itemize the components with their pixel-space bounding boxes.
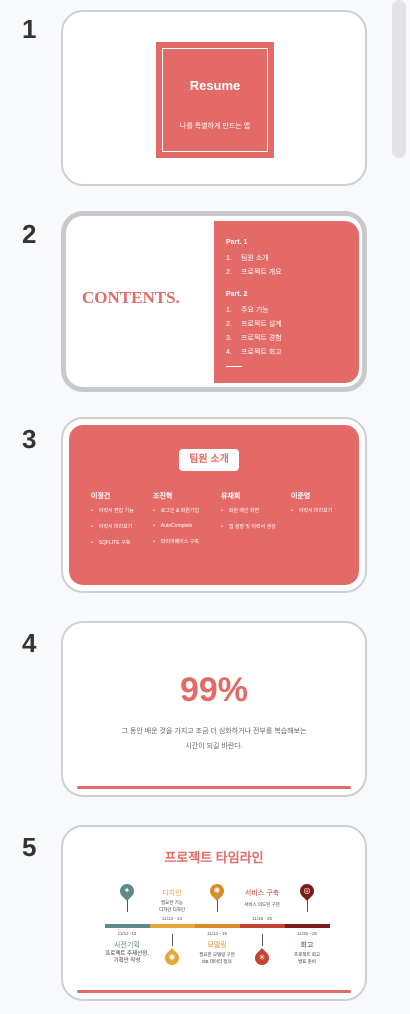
timeline-segment — [240, 924, 285, 928]
contents-item: 1. 주요 기능 — [226, 307, 269, 314]
title-box-frame — [162, 48, 268, 152]
lightbulb-icon: ✦ — [123, 886, 131, 895]
sun-icon: ✱ — [168, 953, 176, 962]
divider — [226, 366, 242, 367]
member-column: 이정건 이력서 편집 기능 이력서 미리보기 SQFLITE 구축 — [91, 491, 134, 555]
timeline-segment — [150, 924, 195, 928]
member-column: 조진혁 로그인 & 회원가입 AutoComplete 파이어베이스 구축 — [153, 491, 199, 554]
phase-label: 서비스 구축 — [244, 890, 280, 897]
contents-item: 3. 프로젝트 경험 — [226, 335, 282, 342]
member-column: 이준영 이력서 미리보기 — [291, 491, 332, 523]
pin-stem — [127, 900, 128, 912]
phase-date: 11/13 - 14 — [162, 916, 182, 921]
phase-date: 11/12 -13 — [117, 931, 137, 936]
pin-stem — [217, 900, 218, 912]
caption-line: 시간이 되길 바란다. — [185, 743, 243, 750]
pin-stem — [172, 934, 173, 946]
slide-number: 1 — [22, 14, 37, 44]
caption-line: 그 동안 배운 것을 가지고 조금 더 심화하거나 전부를 복습해보는 — [121, 728, 307, 735]
phase-desc: 기획안 작성 — [113, 958, 141, 964]
gear-icon: ✺ — [213, 886, 221, 895]
member-column: 유재희 회원 메인 화면 앱 설정 및 이력서 생성 — [221, 491, 276, 539]
timeline-segment — [195, 924, 240, 928]
phase-desc: 서비스 의도된 구현 — [244, 902, 280, 907]
slide-number: 4 — [22, 628, 37, 658]
phase-desc: 디자인 디자인 — [158, 907, 186, 912]
contents-item: 1. 팀원 소개 — [226, 255, 269, 262]
slide-thumbnail-3[interactable]: 팀원 소개 이정건 이력서 편집 기능 이력서 미리보기 SQFLITE 구축 … — [61, 417, 367, 593]
phase-desc: DB 데이터 정의 — [202, 959, 232, 964]
pin-stem — [307, 900, 308, 912]
contents-item: 2. 프로젝트 개요 — [226, 269, 282, 276]
timeline-title: 프로젝트 타임라인 — [164, 850, 264, 865]
phase-desc: 필요한 모델링 구현 — [199, 952, 235, 957]
accent-bar — [77, 990, 351, 993]
team-title: 팀원 소개 — [179, 449, 239, 471]
contents-title: CONTENTS. — [82, 288, 180, 307]
phase-date: 11/25 - 26 — [297, 931, 317, 936]
slide-thumbnail-2[interactable]: CONTENTS. Part. 1 1. 팀원 소개 2. 프로젝트 개요 Part… — [61, 211, 367, 392]
contents-item: 4. 프로젝트 회고 — [226, 349, 282, 356]
scrollbar-thumb[interactable] — [392, 0, 406, 158]
accent-bar — [77, 786, 351, 789]
asterisk-icon: ✳ — [258, 953, 266, 962]
phase-desc: 필요한 기능 — [161, 900, 183, 905]
phase-label: 사전기획 — [114, 942, 140, 949]
timeline-segment — [105, 924, 150, 928]
phase-date: 11/15 - 25 — [252, 916, 272, 921]
part-label: Part. 2 — [226, 291, 248, 298]
slide-thumbnail-1[interactable]: Resume 나를 특별하게 만드는 앱 — [61, 10, 367, 186]
slide-thumbnail-4[interactable]: 99% 그 동안 배운 것을 가지고 조금 더 심화하거나 전부를 복습해보는 … — [61, 621, 367, 797]
slide-title: Resume — [189, 78, 241, 93]
contents-item: 2. 프로젝트 설계 — [226, 321, 282, 328]
contents-panel: Part. 1 1. 팀원 소개 2. 프로젝트 개요 Part. 2 1. 주요 기… — [214, 221, 359, 383]
phase-desc: 프로젝트 주제선정, — [105, 951, 149, 957]
phase-desc: 발표 준비 — [298, 959, 316, 964]
timeline-segment — [285, 924, 330, 928]
phase-label: 디자인 — [162, 890, 182, 897]
phase-date: 11/14 - 15 — [207, 931, 227, 936]
slide-number: 5 — [22, 832, 37, 862]
title-box: Resume 나를 특별하게 만드는 앱 — [156, 42, 274, 158]
globe-icon: ◎ — [303, 886, 311, 895]
slide-number: 3 — [22, 424, 37, 454]
pin-stem — [262, 934, 263, 946]
slide-subtitle: 나를 특별하게 만드는 앱 — [179, 123, 251, 130]
slide-number: 2 — [22, 219, 37, 249]
phase-desc: 프로젝트 회고 — [293, 952, 321, 957]
part-label: Part. 1 — [226, 239, 248, 246]
phase-label: 회고 — [300, 942, 314, 949]
slide-thumbnail-5[interactable]: 프로젝트 타임라인 ✦ ✱ ✺ ✳ ◎ 디자인 필요한 기능 디자인 디자인 1… — [61, 825, 367, 1001]
big-percentage: 99% — [179, 671, 249, 709]
phase-label: 모델링 — [207, 942, 227, 949]
